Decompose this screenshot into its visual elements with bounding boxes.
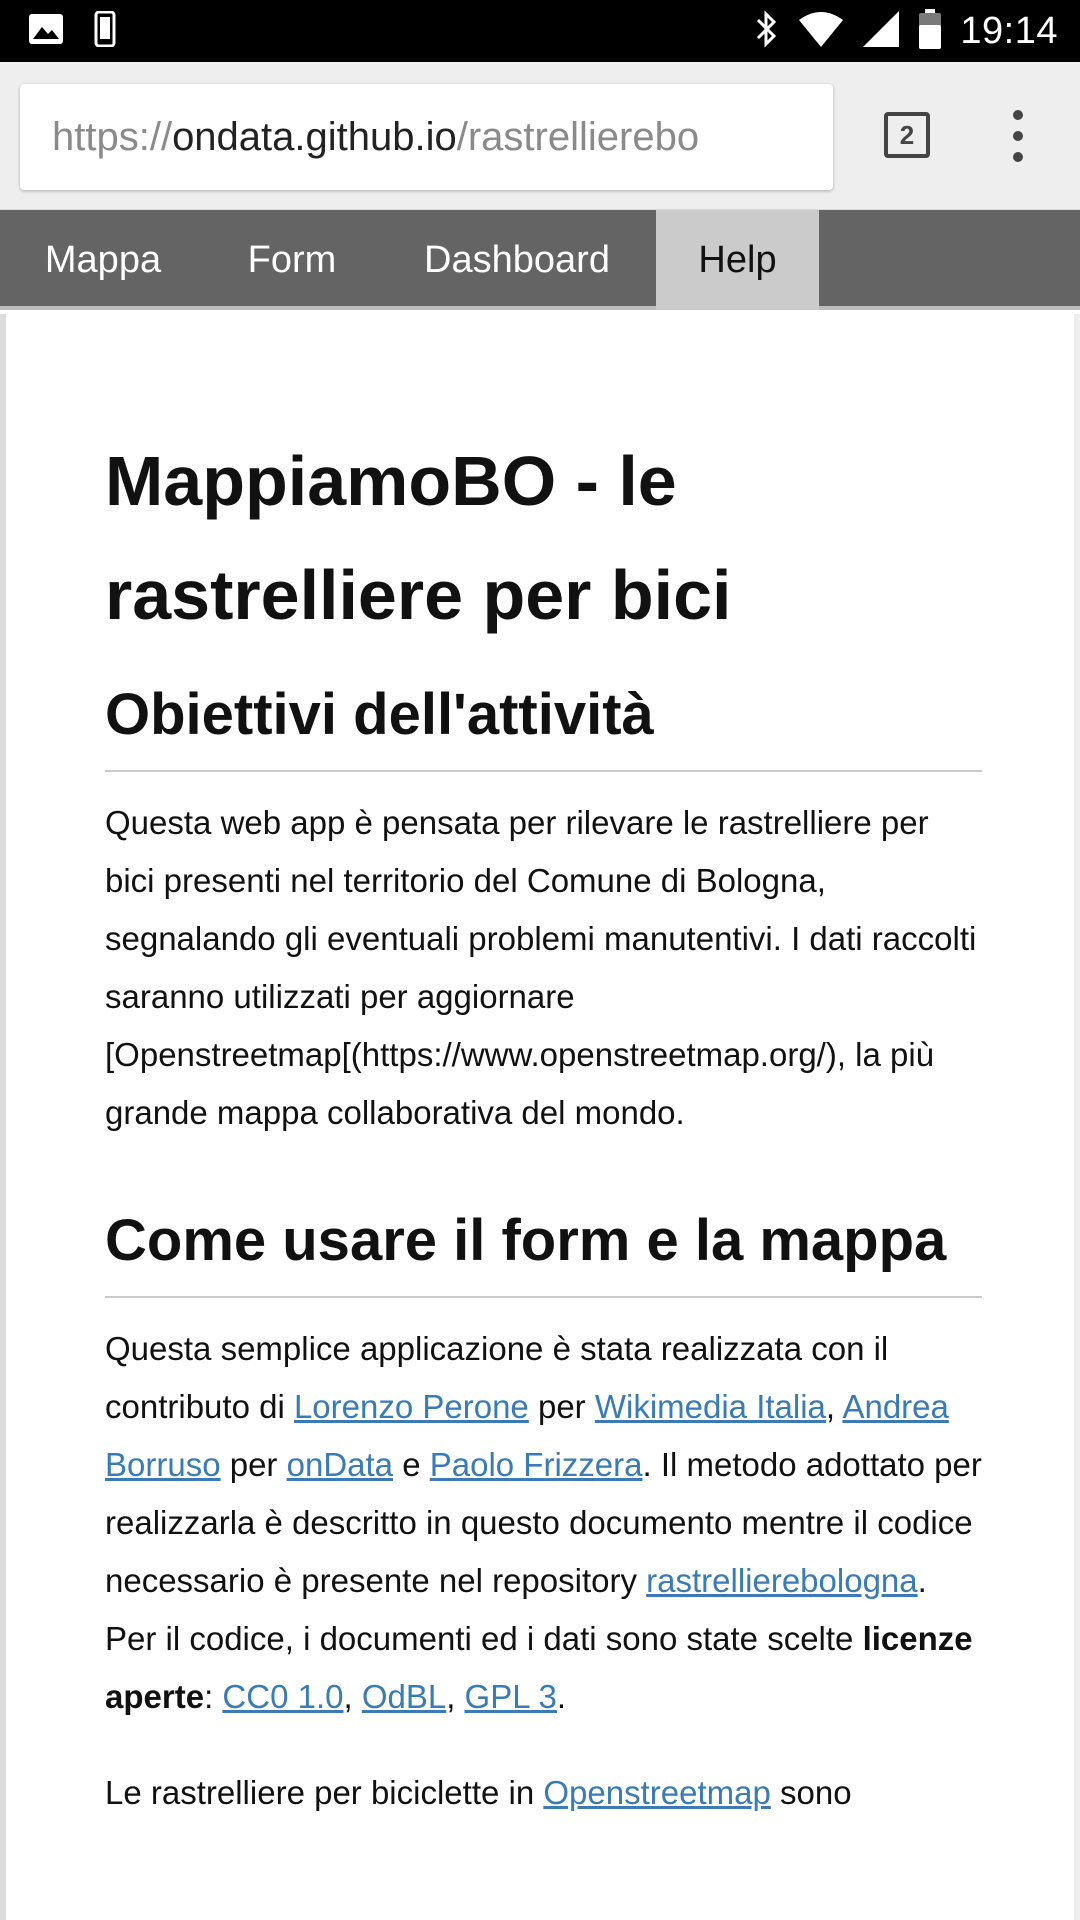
url-text[interactable]: https://ondata.github.io/rastrellierebo <box>52 112 699 162</box>
text-span: Le rastrelliere per biciclette in <box>105 1774 544 1811</box>
menu-dot <box>1013 152 1023 162</box>
text-span: : <box>204 1678 223 1715</box>
text-span: , <box>825 1388 843 1425</box>
nav-item-help[interactable]: Help <box>656 210 819 310</box>
text-span: e <box>393 1446 430 1483</box>
nav-item-form[interactable]: Form <box>206 210 378 310</box>
url-scheme: https:// <box>52 115 173 159</box>
link-odbl[interactable]: OdBL <box>362 1678 446 1715</box>
text-span: per <box>528 1388 595 1425</box>
text-span: per <box>220 1446 287 1483</box>
url-path: /rastrellierebo <box>456 115 700 159</box>
article: MappiamoBO - le rastrelliere per bici Ob… <box>105 424 982 1822</box>
url-host: ondata.github.io <box>172 115 457 159</box>
wifi-icon <box>798 10 844 53</box>
gallery-notification-icon <box>28 13 64 50</box>
bluetooth-icon <box>754 9 780 54</box>
status-bar: 19:14 <box>0 0 1080 62</box>
url-bar[interactable]: https://ondata.github.io/rastrellierebo <box>20 84 833 190</box>
link-gpl3[interactable]: GPL 3 <box>465 1678 557 1715</box>
phone-notification-icon <box>94 10 116 52</box>
tab-switcher-button[interactable]: 2 <box>884 112 930 158</box>
section-obiettivi-text: Questa web app è pensata per rilevare le… <box>105 804 977 1131</box>
link-cc0[interactable]: CC0 1.0 <box>222 1678 343 1715</box>
link-rastrellierebologna[interactable]: rastrellierebologna <box>646 1562 918 1599</box>
text-span: sono <box>770 1774 852 1811</box>
status-bar-system: 19:14 <box>754 8 1058 54</box>
section-come-usare-paragraph-2: Le rastrelliere per biciclette in Openst… <box>105 1764 982 1822</box>
menu-dot <box>1013 131 1023 141</box>
link-paolo-frizzera[interactable]: Paolo Frizzera <box>430 1446 643 1483</box>
menu-dot <box>1013 110 1023 120</box>
overflow-menu-icon[interactable] <box>996 104 1040 168</box>
text-span: . <box>556 1678 567 1715</box>
text-span: , <box>446 1678 465 1715</box>
text-span: , <box>343 1678 362 1715</box>
tab-count: 2 <box>899 119 915 150</box>
page-title-line2: rastrelliere per bici <box>105 556 732 634</box>
battery-icon <box>918 8 942 55</box>
link-wikimedia-italia[interactable]: Wikimedia Italia <box>595 1388 826 1425</box>
link-openstreetmap[interactable]: Openstreetmap <box>543 1774 770 1811</box>
page-title: MappiamoBO - le rastrelliere per bici <box>105 424 982 652</box>
nav-item-mappa[interactable]: Mappa <box>0 210 206 310</box>
page-title-line1: MappiamoBO - le <box>105 442 677 520</box>
content-frame: MappiamoBO - le rastrelliere per bici Ob… <box>0 314 1080 1920</box>
site-nav: Mappa Form Dashboard Help <box>0 210 1080 310</box>
nav-item-dashboard[interactable]: Dashboard <box>378 210 656 310</box>
link-ondata[interactable]: onData <box>287 1446 393 1483</box>
section-come-usare-paragraph: Questa semplice applicazione è stata rea… <box>105 1320 982 1726</box>
link-lorenzo-perone[interactable]: Lorenzo Perone <box>294 1388 529 1425</box>
status-bar-notifications <box>28 10 116 52</box>
cell-signal-icon <box>862 10 900 53</box>
section-heading-come-usare: Come usare il form e la mappa <box>105 1206 982 1298</box>
section-heading-obiettivi: Obiettivi dell'attività <box>105 680 982 772</box>
browser-toolbar: https://ondata.github.io/rastrellierebo … <box>0 62 1080 210</box>
status-time: 19:14 <box>960 9 1058 52</box>
